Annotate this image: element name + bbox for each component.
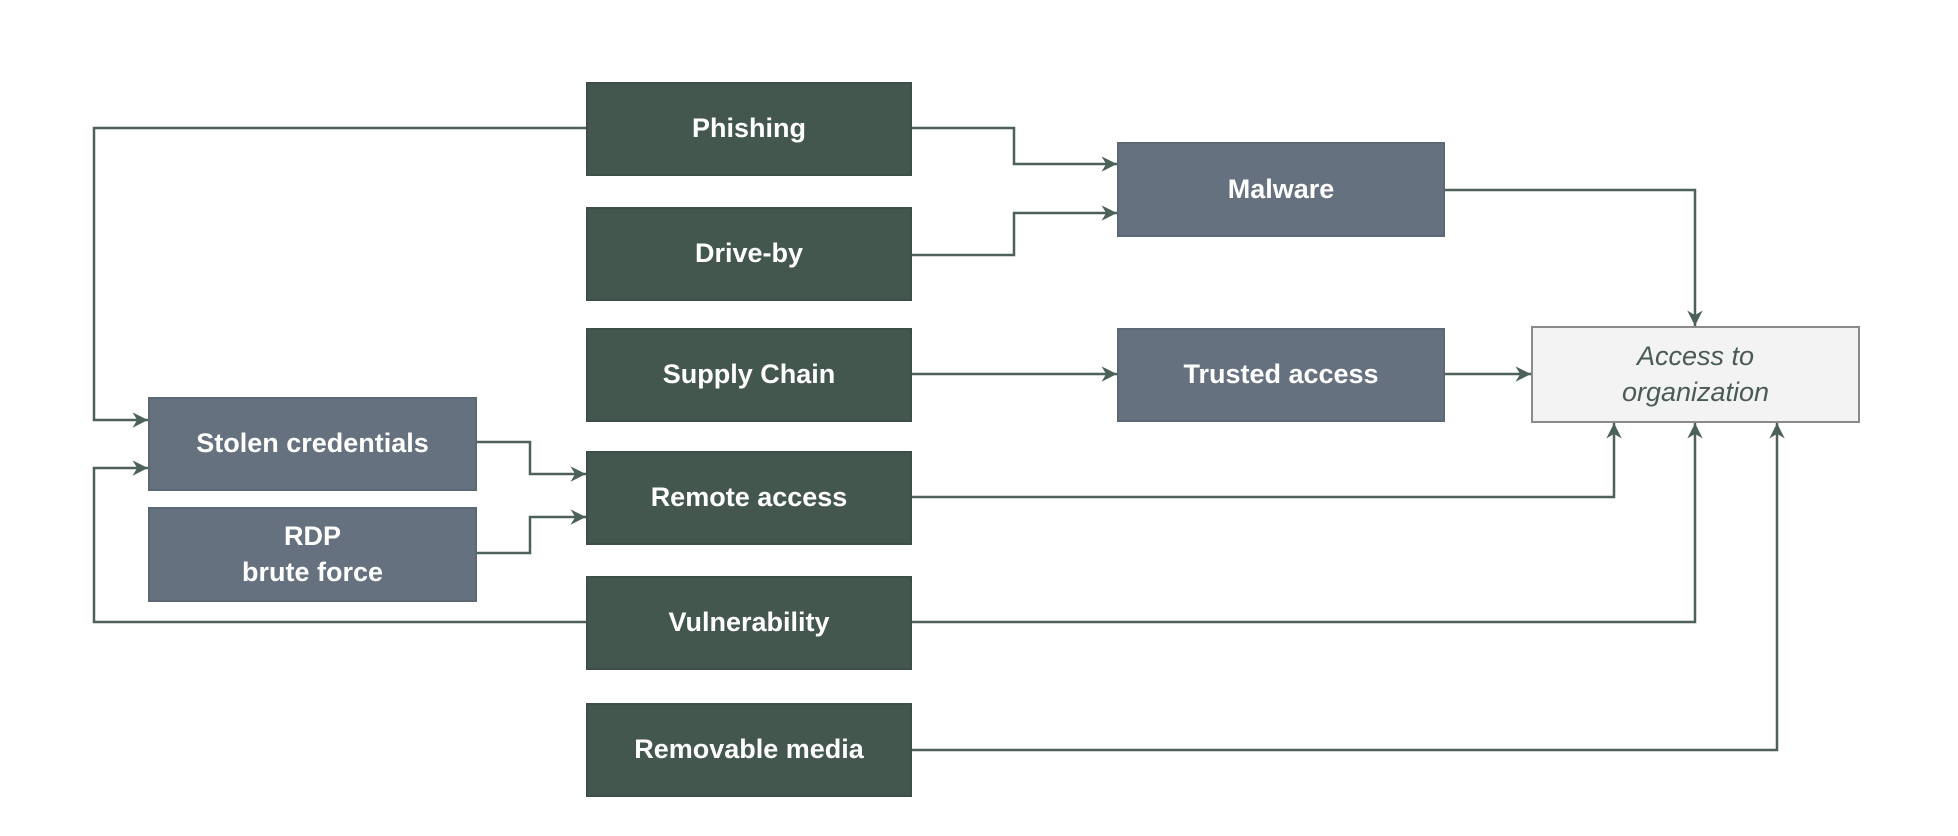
node-malware: Malware — [1117, 142, 1445, 237]
edge-vulnerability-access — [912, 423, 1703, 624]
node-removable-media: Removable media — [586, 703, 912, 797]
node-drive-by: Drive-by — [586, 207, 912, 301]
node-vulnerability: Vulnerability — [586, 576, 912, 670]
node-supply-chain: Supply Chain — [586, 328, 912, 422]
edge-stolen-remote — [477, 440, 586, 482]
node-phishing: Phishing — [586, 82, 912, 176]
attack-vector-diagram: Phishing Drive-by Supply Chain Remote ac… — [0, 0, 1958, 836]
edge-rdp-remote — [477, 509, 586, 555]
node-access-to-organization: Access to organization — [1531, 326, 1860, 423]
edge-removable-access — [912, 423, 1785, 752]
node-trusted-access: Trusted access — [1117, 328, 1445, 422]
edge-driveby-malware — [912, 205, 1117, 257]
edge-remote-access — [912, 423, 1622, 499]
edge-phishing-malware — [912, 126, 1117, 172]
node-stolen-credentials: Stolen credentials — [148, 397, 477, 491]
node-rdp-brute-force: RDP brute force — [148, 507, 477, 602]
edge-phishing-stolen-credentials — [92, 126, 586, 428]
node-remote-access: Remote access — [586, 451, 912, 545]
edge-malware-access — [1445, 188, 1703, 326]
